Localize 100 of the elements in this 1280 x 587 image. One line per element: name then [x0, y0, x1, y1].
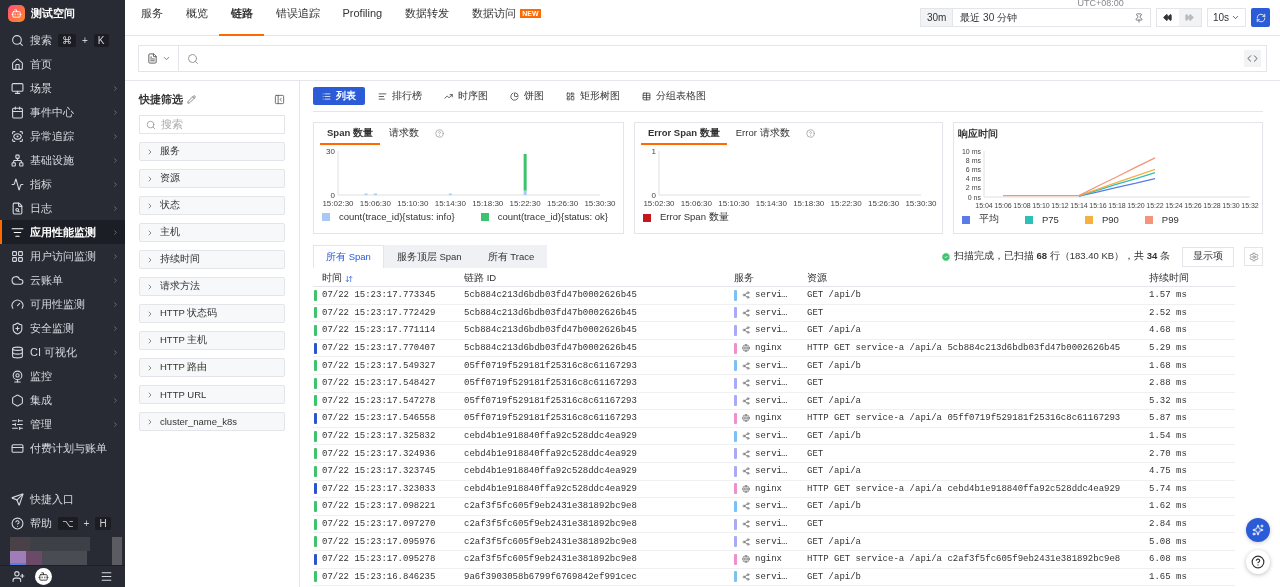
- nav-item[interactable]: 付费计划与账单: [0, 436, 125, 460]
- nav-item[interactable]: 可用性监测: [0, 292, 125, 316]
- refresh-button[interactable]: [1251, 8, 1270, 27]
- code-icon: [1247, 53, 1258, 64]
- table-cell: 5cb884c213d6bdb03fd47b0002626b45: [464, 325, 637, 336]
- chart-tab[interactable]: Span 数量: [320, 123, 380, 145]
- column-header[interactable]: 时间: [322, 272, 342, 285]
- facet-item[interactable]: 持续时间: [139, 250, 285, 269]
- nav-tab[interactable]: Profiling: [331, 0, 394, 36]
- table-row[interactable]: 07/22 15:23:17.095278 c2af3f5fc605f9eb2431e381892bc9e8 nginx HTTP GET service-a /api/a c2af3f5fc605f9eb2431e381892bc9e8 6.08 ms: [313, 550, 1235, 569]
- nav-item[interactable]: 云账单: [0, 268, 125, 292]
- legend-label: P99: [1161, 214, 1179, 225]
- nav-item[interactable]: 管理: [0, 412, 125, 436]
- time-preset[interactable]: 30m: [920, 9, 954, 26]
- refresh-interval-select[interactable]: 10s: [1206, 8, 1246, 27]
- nav-item[interactable]: 基础设施: [0, 148, 125, 172]
- axis-label: 15:02:30: [643, 199, 675, 208]
- table-cell: servi…: [755, 290, 788, 301]
- nav-tab[interactable]: 错误追踪: [264, 0, 331, 36]
- column-header[interactable]: 资源: [807, 272, 827, 285]
- nav-item[interactable]: 场景: [0, 76, 125, 100]
- column-header[interactable]: 持续时间: [1149, 272, 1189, 285]
- code-button[interactable]: [1244, 50, 1261, 67]
- view-tab[interactable]: 矩形树图: [557, 87, 629, 105]
- nav-item[interactable]: 监控: [0, 364, 125, 388]
- view-tab[interactable]: 排行榜: [369, 87, 431, 105]
- table-row[interactable]: 07/22 15:23:17.547278 05ff0719f529181f25316c8c61167293 servi… GET /api/a 5.32 ms: [313, 392, 1235, 411]
- table-row[interactable]: 07/22 15:23:17.324936 cebd4b1e918840ffa92c528ddc4ea929 servi… GET 2.70 ms: [313, 445, 1235, 463]
- nav-item[interactable]: 日志: [0, 196, 125, 220]
- facet-item[interactable]: 请求方法: [139, 277, 285, 296]
- axis-label: 15:22:30: [830, 199, 862, 208]
- table-row[interactable]: 07/22 15:23:17.771114 5cb884c213d6bdb03fd47b0002626b45 servi… GET /api/a 4.68 ms: [313, 322, 1235, 340]
- search-nav-item[interactable]: 搜索 ⌘ + K: [0, 28, 125, 52]
- nodes-icon: [742, 572, 750, 581]
- table-row[interactable]: 07/22 15:23:17.325832 cebd4b1e918840ffa92c528ddc4ea929 servi… GET /api/b 1.54 ms: [313, 427, 1235, 446]
- nav-item[interactable]: 异常追踪: [0, 124, 125, 148]
- facet-item[interactable]: 资源: [139, 169, 285, 188]
- facet-item[interactable]: HTTP 状态码: [139, 304, 285, 323]
- help-button[interactable]: [1246, 550, 1270, 574]
- facet-item[interactable]: HTTP 主机: [139, 331, 285, 350]
- chart-tab[interactable]: 请求数: [381, 123, 426, 145]
- facet-item[interactable]: cluster_name_k8s: [139, 412, 285, 431]
- table-row[interactable]: 07/22 15:23:17.546558 05ff0719f529181f25316c8c61167293 nginx HTTP GET service-a /api/a 05ff0719f529181f25316c8c61167293 5.87 ms: [313, 410, 1235, 428]
- nav-item[interactable]: CI 可视化: [0, 340, 125, 364]
- chart-tab[interactable]: Error 请求数: [728, 123, 797, 145]
- view-tab[interactable]: 列表: [313, 87, 365, 105]
- view-tab[interactable]: 时序图: [435, 87, 497, 105]
- nav-item[interactable]: 安全监测: [0, 316, 125, 340]
- nav-item[interactable]: 快捷入口: [0, 487, 125, 511]
- column-header[interactable]: 服务: [734, 272, 754, 285]
- sliders-icon: [11, 417, 24, 431]
- column-header[interactable]: 链路 ID: [464, 272, 497, 285]
- table-row[interactable]: 07/22 15:23:17.772429 5cb884c213d6bdb03fd47b0002626b45 servi… GET 2.52 ms: [313, 304, 1235, 323]
- settings-button[interactable]: [1244, 247, 1263, 266]
- table-row[interactable]: 07/22 15:23:17.323033 cebd4b1e918840ffa92c528ddc4ea929 nginx HTTP GET service-a /api/a cebd4b1e918840ffa92c528ddc4ea929 5.74 ms: [313, 480, 1235, 499]
- assistant-logo[interactable]: [35, 568, 52, 585]
- view-tab[interactable]: 分组表格图: [633, 87, 715, 105]
- facet-item[interactable]: 主机: [139, 223, 285, 242]
- table-row[interactable]: 07/22 15:23:17.097270 c2af3f5fc605f9eb2431e381892bc9e8 servi… GET 2.84 ms: [313, 515, 1235, 534]
- table-tab[interactable]: 服务顶层 Span: [383, 245, 475, 268]
- table-cell: servi…: [755, 378, 788, 389]
- facet-item[interactable]: 服务: [139, 142, 285, 161]
- nav-item[interactable]: 事件中心: [0, 100, 125, 124]
- nav-tab[interactable]: 数据转发: [393, 0, 461, 36]
- table-row[interactable]: 07/22 15:23:17.773345 5cb884c213d6bdb03fd47b0002626b45 servi… GET /api/b 1.57 ms: [313, 287, 1235, 305]
- nav-tab[interactable]: 链路: [219, 0, 264, 36]
- query-field[interactable]: [138, 45, 1267, 72]
- nav-tab[interactable]: 服务: [129, 0, 174, 36]
- table-row[interactable]: 07/22 15:23:17.095976 c2af3f5fc605f9eb2431e381892bc9e8 servi… GET /api/a 5.08 ms: [313, 533, 1235, 551]
- table-cell: 07/22 15:23:17.095278: [322, 554, 436, 565]
- table-row[interactable]: 07/22 15:23:17.549327 05ff0719f529181f25316c8c61167293 servi… GET /api/b 1.68 ms: [313, 357, 1235, 375]
- nav-item[interactable]: 指标: [0, 172, 125, 196]
- nav-item[interactable]: 首页: [0, 52, 125, 76]
- nav-item[interactable]: 用户访问监测: [0, 244, 125, 268]
- table-tab[interactable]: 所有 Trace: [474, 245, 548, 268]
- nav-item[interactable]: 帮助 ⌥ + H: [0, 511, 125, 535]
- facet-item[interactable]: 状态: [139, 196, 285, 215]
- table-row[interactable]: 07/22 15:23:17.770407 5cb884c213d6bdb03fd47b0002626b45 nginx HTTP GET service-a /api/a 5cb884c213d6bdb03fd47b0002626b45 5.29 ms: [313, 339, 1235, 358]
- chart-tab[interactable]: Error Span 数量: [641, 123, 727, 145]
- help-icon: [434, 128, 444, 138]
- nav-item[interactable]: 应用性能监测: [0, 220, 125, 244]
- assistant-button[interactable]: [1246, 518, 1270, 542]
- table-row[interactable]: 07/22 15:23:16.846235 9a6f3903058b6799f6769842ef991cec servi… GET /api/b 1.65 ms: [313, 568, 1235, 587]
- table-cell: 07/22 15:23:17.772429: [322, 307, 436, 318]
- workspace-name[interactable]: 测试空间: [31, 5, 75, 21]
- table-cell: 5.08 ms: [1149, 536, 1187, 547]
- columns-button[interactable]: 显示项: [1182, 246, 1234, 267]
- table-cell: 6.08 ms: [1149, 554, 1187, 565]
- table-cell: servi…: [755, 448, 788, 459]
- facet-item[interactable]: HTTP 路由: [139, 358, 285, 377]
- view-tab[interactable]: 饼图: [501, 87, 553, 105]
- table-row[interactable]: 07/22 15:23:17.323745 cebd4b1e918840ffa92c528ddc4ea929 servi… GET /api/a 4.75 ms: [313, 462, 1235, 481]
- table-tab[interactable]: 所有 Span: [313, 245, 384, 268]
- axis-label: 15:14:30: [755, 199, 787, 208]
- table-cell: GET: [807, 519, 824, 529]
- nav-item[interactable]: 集成: [0, 388, 125, 412]
- nav-tab[interactable]: 概览: [174, 0, 219, 36]
- table-row[interactable]: 07/22 15:23:17.548427 05ff0719f529181f25316c8c61167293 servi… GET 2.88 ms: [313, 374, 1235, 393]
- table-row[interactable]: 07/22 15:23:17.098221 c2af3f5fc605f9eb2431e381892bc9e8 servi… GET /api/b 1.62 ms: [313, 498, 1235, 516]
- facet-item[interactable]: HTTP URL: [139, 385, 285, 404]
